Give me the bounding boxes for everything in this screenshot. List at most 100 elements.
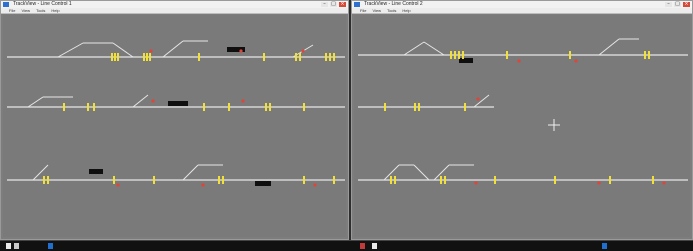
- maximize-button[interactable]: □: [674, 2, 681, 7]
- signal-red: [474, 181, 478, 185]
- window-title: TrackView - Line Control 1: [13, 1, 72, 7]
- markers-row-2: [151, 99, 245, 103]
- app-icon: [354, 2, 360, 7]
- signal-yellow: [143, 53, 145, 61]
- track-branch: [32, 164, 49, 181]
- signal-yellow: [299, 53, 301, 61]
- track-branch: [403, 41, 425, 56]
- minimize-button[interactable]: –: [665, 2, 672, 7]
- track-branch: [182, 164, 199, 181]
- menu-bar: File View Tools Help: [1, 8, 348, 14]
- menu-view[interactable]: View: [21, 8, 30, 13]
- taskbar: [0, 240, 693, 251]
- signal-red: [239, 49, 243, 53]
- track-branch: [162, 40, 184, 58]
- signal-yellow: [506, 51, 508, 59]
- signal-red: [597, 181, 601, 185]
- signal-yellow: [222, 176, 224, 184]
- signal-yellow: [325, 53, 327, 61]
- signal-yellow: [464, 103, 466, 111]
- signal-yellow: [329, 53, 331, 61]
- track-canvas[interactable]: [354, 15, 690, 237]
- menu-tools[interactable]: Tools: [36, 8, 45, 13]
- app-icon[interactable]: [372, 243, 377, 249]
- markers-row-1: [517, 59, 578, 63]
- app-icon[interactable]: [48, 243, 53, 249]
- signal-yellow: [114, 53, 116, 61]
- left-window: TrackView - Line Control 1 – □ × File Vi…: [0, 0, 349, 240]
- app-icon[interactable]: [360, 243, 365, 249]
- track-branch: [423, 41, 445, 56]
- signal-red: [574, 59, 578, 63]
- track-branch: [27, 96, 44, 108]
- signal-red: [116, 183, 120, 187]
- signal-yellow: [569, 51, 571, 59]
- signal-yellow: [554, 176, 556, 184]
- signal-yellow: [295, 53, 297, 61]
- signal-yellow: [418, 103, 420, 111]
- menu-file[interactable]: File: [360, 8, 366, 13]
- signal-yellow: [93, 103, 95, 111]
- signal-yellow: [450, 51, 452, 59]
- signal-yellow: [113, 176, 115, 184]
- track-branch: [132, 94, 149, 108]
- signal-red: [151, 99, 155, 103]
- signal-red: [517, 59, 521, 63]
- track-branch: [413, 164, 430, 181]
- menu-file[interactable]: File: [9, 8, 15, 13]
- signal-yellow: [43, 176, 45, 184]
- markers-row-3: [474, 181, 666, 185]
- right-window: TrackView - Line Control 2 – □ × File Vi…: [351, 0, 693, 240]
- minimize-button[interactable]: –: [321, 2, 328, 7]
- signal-red: [241, 99, 245, 103]
- signal-red: [313, 183, 317, 187]
- signal-yellow: [269, 103, 271, 111]
- signal-yellow: [462, 51, 464, 59]
- signal-red: [301, 49, 305, 53]
- markers-row-2: [476, 97, 480, 101]
- menu-tools[interactable]: Tools: [387, 8, 396, 13]
- signal-yellow: [394, 176, 396, 184]
- label-box: [459, 58, 473, 63]
- signal-yellow: [87, 103, 89, 111]
- signal-yellow: [458, 51, 460, 59]
- close-button[interactable]: ×: [339, 2, 346, 7]
- track-diagram: [7, 40, 345, 187]
- menu-help[interactable]: Help: [51, 8, 59, 13]
- signal-red: [476, 97, 480, 101]
- mouse-cursor-icon: [548, 119, 560, 131]
- app-icon[interactable]: [14, 243, 19, 249]
- signal-yellow: [228, 103, 230, 111]
- signal-red: [201, 183, 205, 187]
- start-icon[interactable]: [6, 243, 11, 249]
- signal-yellow: [47, 176, 49, 184]
- signal-yellow: [414, 103, 416, 111]
- track-canvas[interactable]: [3, 15, 346, 237]
- track-branch: [57, 42, 84, 58]
- signal-yellow: [609, 176, 611, 184]
- signal-yellow: [198, 53, 200, 61]
- menu-view[interactable]: View: [372, 8, 381, 13]
- track-diagram: [358, 38, 688, 185]
- signal-red: [149, 49, 153, 53]
- signal-yellow: [117, 53, 119, 61]
- signal-yellow: [263, 53, 265, 61]
- markers-row-3: [116, 183, 317, 187]
- signal-yellow: [648, 51, 650, 59]
- signal-yellow: [644, 51, 646, 59]
- menu-help[interactable]: Help: [402, 8, 410, 13]
- close-button[interactable]: ×: [683, 2, 690, 7]
- app-icon[interactable]: [602, 243, 607, 249]
- label-box: [168, 101, 188, 106]
- track-branch: [473, 94, 490, 108]
- maximize-button[interactable]: □: [330, 2, 337, 7]
- signal-yellow: [333, 53, 335, 61]
- signal-yellow: [384, 103, 386, 111]
- signal-yellow: [303, 103, 305, 111]
- signal-yellow: [265, 103, 267, 111]
- signal-yellow: [444, 176, 446, 184]
- signal-yellow: [153, 176, 155, 184]
- signal-yellow: [203, 103, 205, 111]
- menu-bar: File View Tools Help: [352, 8, 692, 14]
- window-title: TrackView - Line Control 2: [364, 1, 423, 7]
